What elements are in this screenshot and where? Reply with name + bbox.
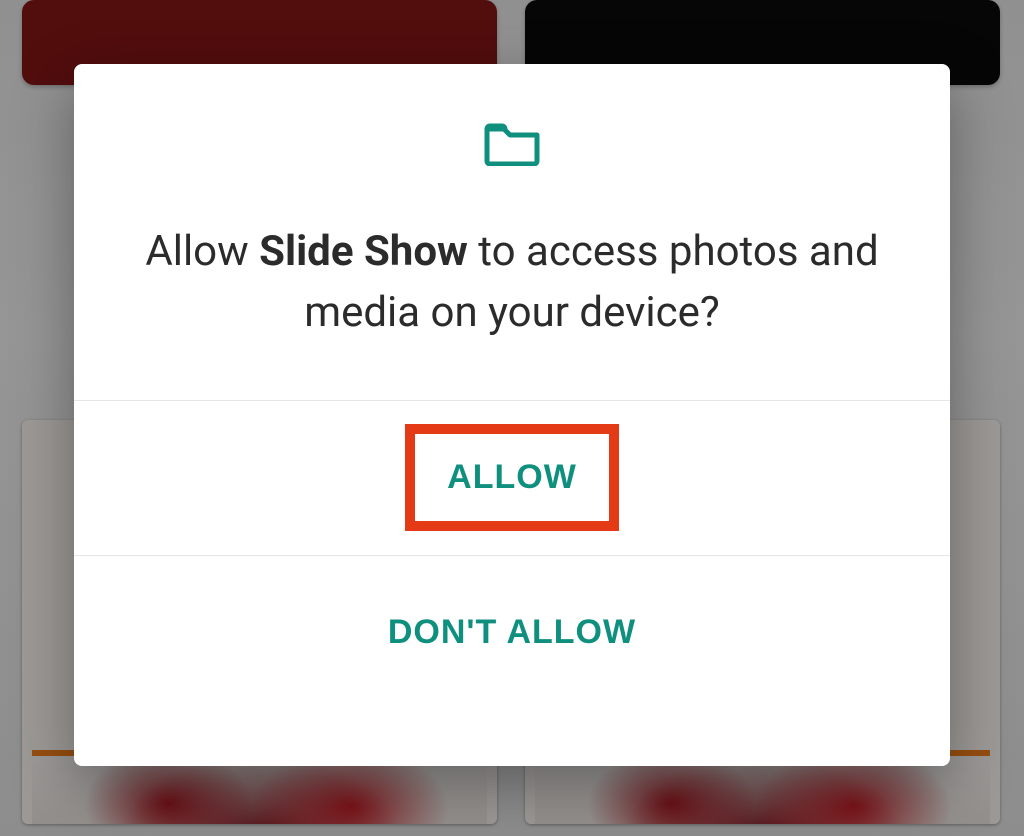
allow-row: ALLOW xyxy=(74,400,950,555)
permission-dialog: Allow Slide Show to access photos and me… xyxy=(74,64,950,766)
allow-button[interactable]: ALLOW xyxy=(425,448,599,507)
dialog-title-pre: Allow xyxy=(145,227,259,276)
background-stage: Allow Slide Show to access photos and me… xyxy=(0,0,1024,836)
dialog-app-name: Slide Show xyxy=(259,227,468,276)
dialog-header: Allow Slide Show to access photos and me… xyxy=(74,64,950,400)
annotation-highlight: ALLOW xyxy=(405,424,619,531)
dialog-title: Allow Slide Show to access photos and me… xyxy=(74,222,950,400)
folder-icon xyxy=(484,120,540,166)
deny-row: DON'T ALLOW xyxy=(74,555,950,710)
dont-allow-button[interactable]: DON'T ALLOW xyxy=(366,603,658,662)
